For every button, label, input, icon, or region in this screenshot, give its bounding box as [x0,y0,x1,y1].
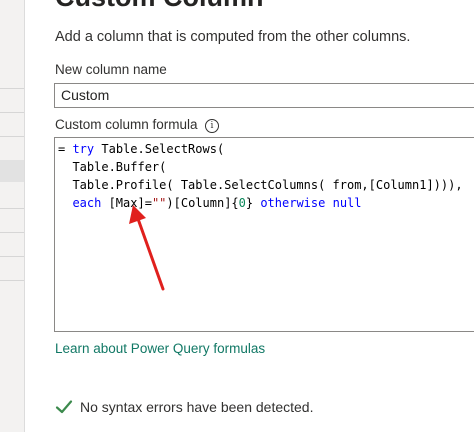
divider [0,88,24,89]
new-column-name-input[interactable]: Custom [54,83,474,108]
screenshot: Custom Column Add a column that is compu… [0,0,474,432]
checkmark-icon [55,400,73,414]
formula-token: otherwise [260,196,326,210]
background-app-strip [0,0,25,432]
formula-code[interactable]: = try Table.SelectRows( Table.Buffer( Ta… [58,140,463,212]
formula-token: )[Column]{ [166,196,239,210]
formula-token: 0 [238,196,246,210]
info-icon[interactable]: i [205,119,219,133]
selected-row-band [0,160,24,182]
formula-line: each [Max]="")[Column]{0} otherwise null [58,196,362,210]
formula-token: Table.SelectRows( [94,142,225,156]
formula-token: } [245,196,261,210]
formula-token: = [58,142,73,156]
divider [0,136,24,137]
custom-column-formula-label: Custom column formula [55,117,198,132]
formula-token: [Max]= [101,196,152,210]
divider [0,232,24,233]
learn-power-query-link[interactable]: Learn about Power Query formulas [55,341,265,356]
formula-line: Table.Buffer( [58,160,166,174]
formula-line: = try Table.SelectRows( [58,142,224,156]
formula-line: Table.Profile( Table.SelectColumns( from… [58,178,463,192]
formula-editor[interactable]: = try Table.SelectRows( Table.Buffer( Ta… [54,137,474,332]
custom-column-dialog: Custom Column Add a column that is compu… [25,0,474,432]
divider [0,208,24,209]
formula-token: Table.Profile( Table.SelectColumns( from… [58,178,463,192]
formula-token: Table.Buffer( [58,160,167,174]
formula-token: try [72,142,95,156]
new-column-name-label: New column name [55,62,167,77]
divider [0,256,24,257]
dialog-title: Custom Column [55,0,264,13]
divider [0,280,24,281]
formula-token: null [332,196,362,210]
formula-token [325,196,332,210]
syntax-status-text: No syntax errors have been detected. [80,399,314,415]
divider [0,112,24,113]
formula-token: "" [151,196,167,210]
formula-token: each [58,196,102,210]
dialog-subtitle: Add a column that is computed from the o… [55,29,411,45]
